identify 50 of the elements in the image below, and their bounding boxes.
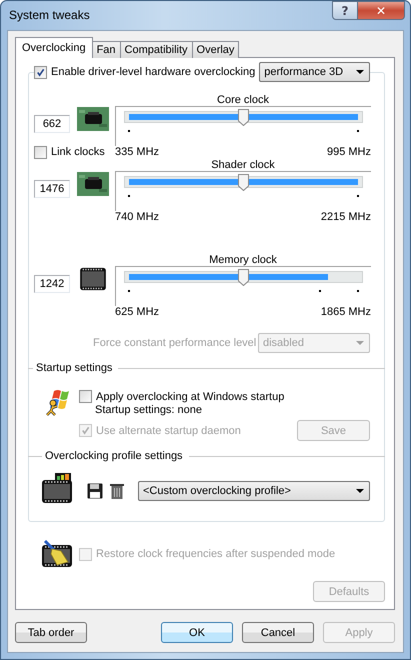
close-button[interactable]: ✕ xyxy=(358,1,405,20)
memory-chip-icon xyxy=(41,472,73,504)
startup-status-text: Startup settings: none xyxy=(94,404,204,416)
dropdown-arrow-icon xyxy=(356,488,364,492)
tab[interactable]: Fan xyxy=(92,41,121,58)
min-label: 335 MHz xyxy=(115,146,160,159)
dialog-button[interactable]: Cancel xyxy=(242,622,314,643)
max-label: 995 MHz xyxy=(326,146,371,159)
checkbox-label: Apply overclocking at Windows startup xyxy=(96,390,284,402)
mode-dropdown[interactable]: performance 3D xyxy=(259,62,370,82)
dialog-button[interactable]: Tab order xyxy=(15,622,87,643)
checkbox[interactable] xyxy=(79,390,92,403)
value-field[interactable]: 1476 xyxy=(34,180,70,198)
checkbox-label: Restore clock frequencies after suspended mode xyxy=(96,548,336,560)
slider-title: Core clock xyxy=(216,94,270,106)
tab[interactable]: Compatibility xyxy=(120,41,193,58)
dropdown-arrow-icon xyxy=(356,341,364,345)
section-title: Overclocking profile settings xyxy=(45,450,183,462)
help-button[interactable]: ? xyxy=(332,1,358,20)
value-field[interactable]: 662 xyxy=(34,115,70,133)
dialog-button[interactable]: OK xyxy=(161,622,233,643)
tab[interactable]: Overlay xyxy=(192,41,240,58)
slider-title: Memory clock xyxy=(208,254,278,266)
trash-icon[interactable] xyxy=(110,482,124,498)
slider-thumb[interactable] xyxy=(238,269,248,286)
max-label: 2215 MHz xyxy=(320,211,371,224)
windows-runner-icon xyxy=(46,389,70,417)
checkbox[interactable] xyxy=(34,66,47,78)
chip-board-icon xyxy=(77,172,109,196)
slider-title: Shader clock xyxy=(210,159,276,171)
chip-board-icon xyxy=(77,107,109,131)
max-label: 1865 MHz xyxy=(320,306,371,319)
slider-thumb[interactable] xyxy=(238,174,248,191)
checkbox-label: Enable driver-level hardware overclocking xyxy=(51,66,256,78)
window-title: System tweaks xyxy=(9,8,90,22)
memory-broom-icon xyxy=(41,540,73,568)
min-label: 625 MHz xyxy=(115,306,160,319)
memory-chip-icon xyxy=(77,267,109,291)
dropdown-arrow-icon xyxy=(356,70,364,74)
slider-thumb[interactable] xyxy=(238,109,248,126)
force-level-label: Force constant performance level xyxy=(93,337,256,349)
checkbox[interactable] xyxy=(34,146,47,159)
section-title: Startup settings xyxy=(36,362,112,374)
checkbox-label: Link clocks xyxy=(51,146,105,159)
save-icon[interactable] xyxy=(87,482,103,498)
tab[interactable]: Overclocking xyxy=(15,37,93,58)
min-label: 740 MHz xyxy=(115,211,160,224)
value-field[interactable]: 1242 xyxy=(34,275,70,293)
checkbox-label: Use alternate startup daemon xyxy=(96,424,241,436)
profile-dropdown[interactable]: <Custom overclocking profile> xyxy=(138,480,370,500)
